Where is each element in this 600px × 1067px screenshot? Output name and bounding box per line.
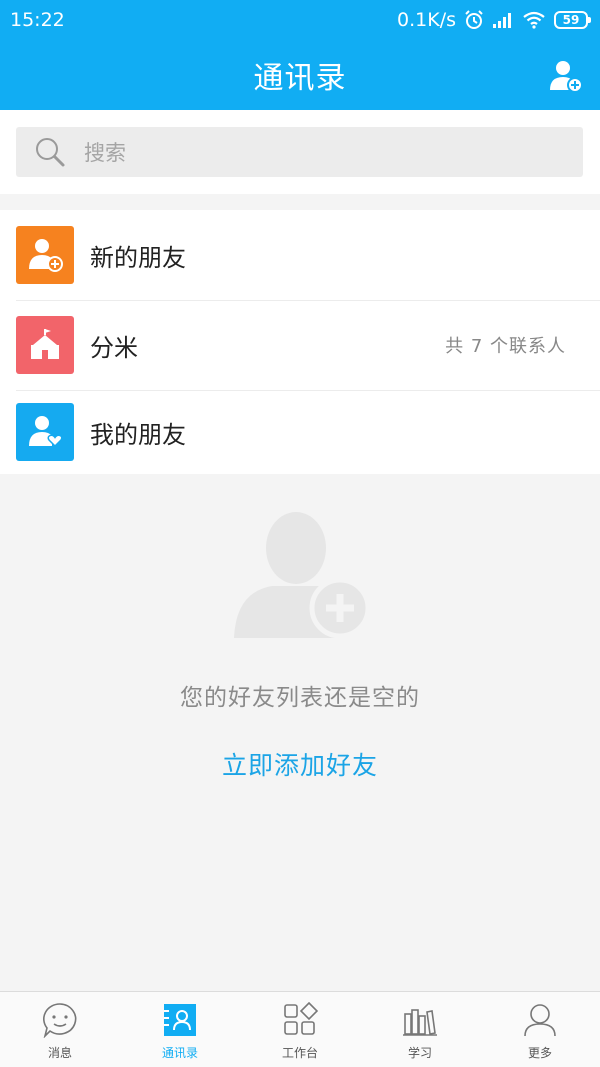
network-speed: 0.1K/s	[397, 9, 456, 31]
contact-count: 共 7 个联系人	[445, 336, 566, 357]
more-icon	[524, 1004, 556, 1037]
add-contact-icon[interactable]	[548, 58, 584, 94]
list-item-label: 我的朋友	[90, 420, 186, 449]
tab-label: 更多	[527, 1046, 552, 1060]
list-item-label: 新的朋友	[90, 243, 186, 272]
search-section: 搜索	[0, 110, 600, 194]
tab-label: 消息	[47, 1046, 72, 1060]
list-item-fenmi[interactable]: 分米 共 7 个联系人	[0, 300, 600, 390]
empty-state-text: 您的好友列表还是空的	[180, 685, 420, 711]
battery-indicator: 59	[554, 11, 591, 29]
status-bar: 15:22 0.1K/s 59	[0, 0, 600, 40]
tab-messages[interactable]: 消息	[0, 992, 120, 1067]
tab-study[interactable]: 学习	[360, 992, 480, 1067]
wifi-icon	[523, 11, 545, 29]
search-input[interactable]: 搜索	[16, 127, 583, 177]
status-indicators: 0.1K/s 59	[397, 9, 591, 31]
bottom-nav: 消息 通讯录 工作台 学习 更多	[0, 991, 600, 1067]
list-item-new-friends[interactable]: 新的朋友	[0, 210, 600, 300]
empty-friends-icon	[234, 512, 370, 639]
page-title: 通讯录	[253, 61, 347, 96]
contacts-icon	[164, 1004, 196, 1036]
tab-more[interactable]: 更多	[480, 992, 600, 1067]
list-item-label: 分米	[90, 333, 138, 362]
study-icon	[403, 1009, 437, 1036]
tab-label: 工作台	[281, 1046, 318, 1060]
app-header: 通讯录	[0, 40, 600, 110]
tab-workbench[interactable]: 工作台	[240, 992, 360, 1067]
tab-contacts[interactable]: 通讯录	[120, 992, 240, 1067]
battery-level: 59	[562, 13, 580, 27]
contact-group-list: 新的朋友 分米 共 7 个联系人 我的朋友	[0, 210, 600, 474]
add-user-icon	[16, 226, 74, 284]
signal-icon	[493, 13, 511, 28]
alarm-icon	[465, 10, 483, 29]
status-time: 15:22	[10, 9, 65, 31]
list-item-my-friends[interactable]: 我的朋友	[0, 390, 600, 474]
search-icon	[36, 138, 65, 167]
tab-label: 通讯录	[161, 1046, 198, 1060]
workbench-icon	[284, 1002, 318, 1035]
search-placeholder: 搜索	[84, 141, 126, 165]
tab-label: 学习	[407, 1046, 432, 1060]
add-friend-link[interactable]: 立即添加好友	[0, 746, 600, 782]
message-icon	[43, 1003, 77, 1038]
school-icon	[16, 316, 74, 374]
friend-heart-icon	[16, 403, 74, 461]
